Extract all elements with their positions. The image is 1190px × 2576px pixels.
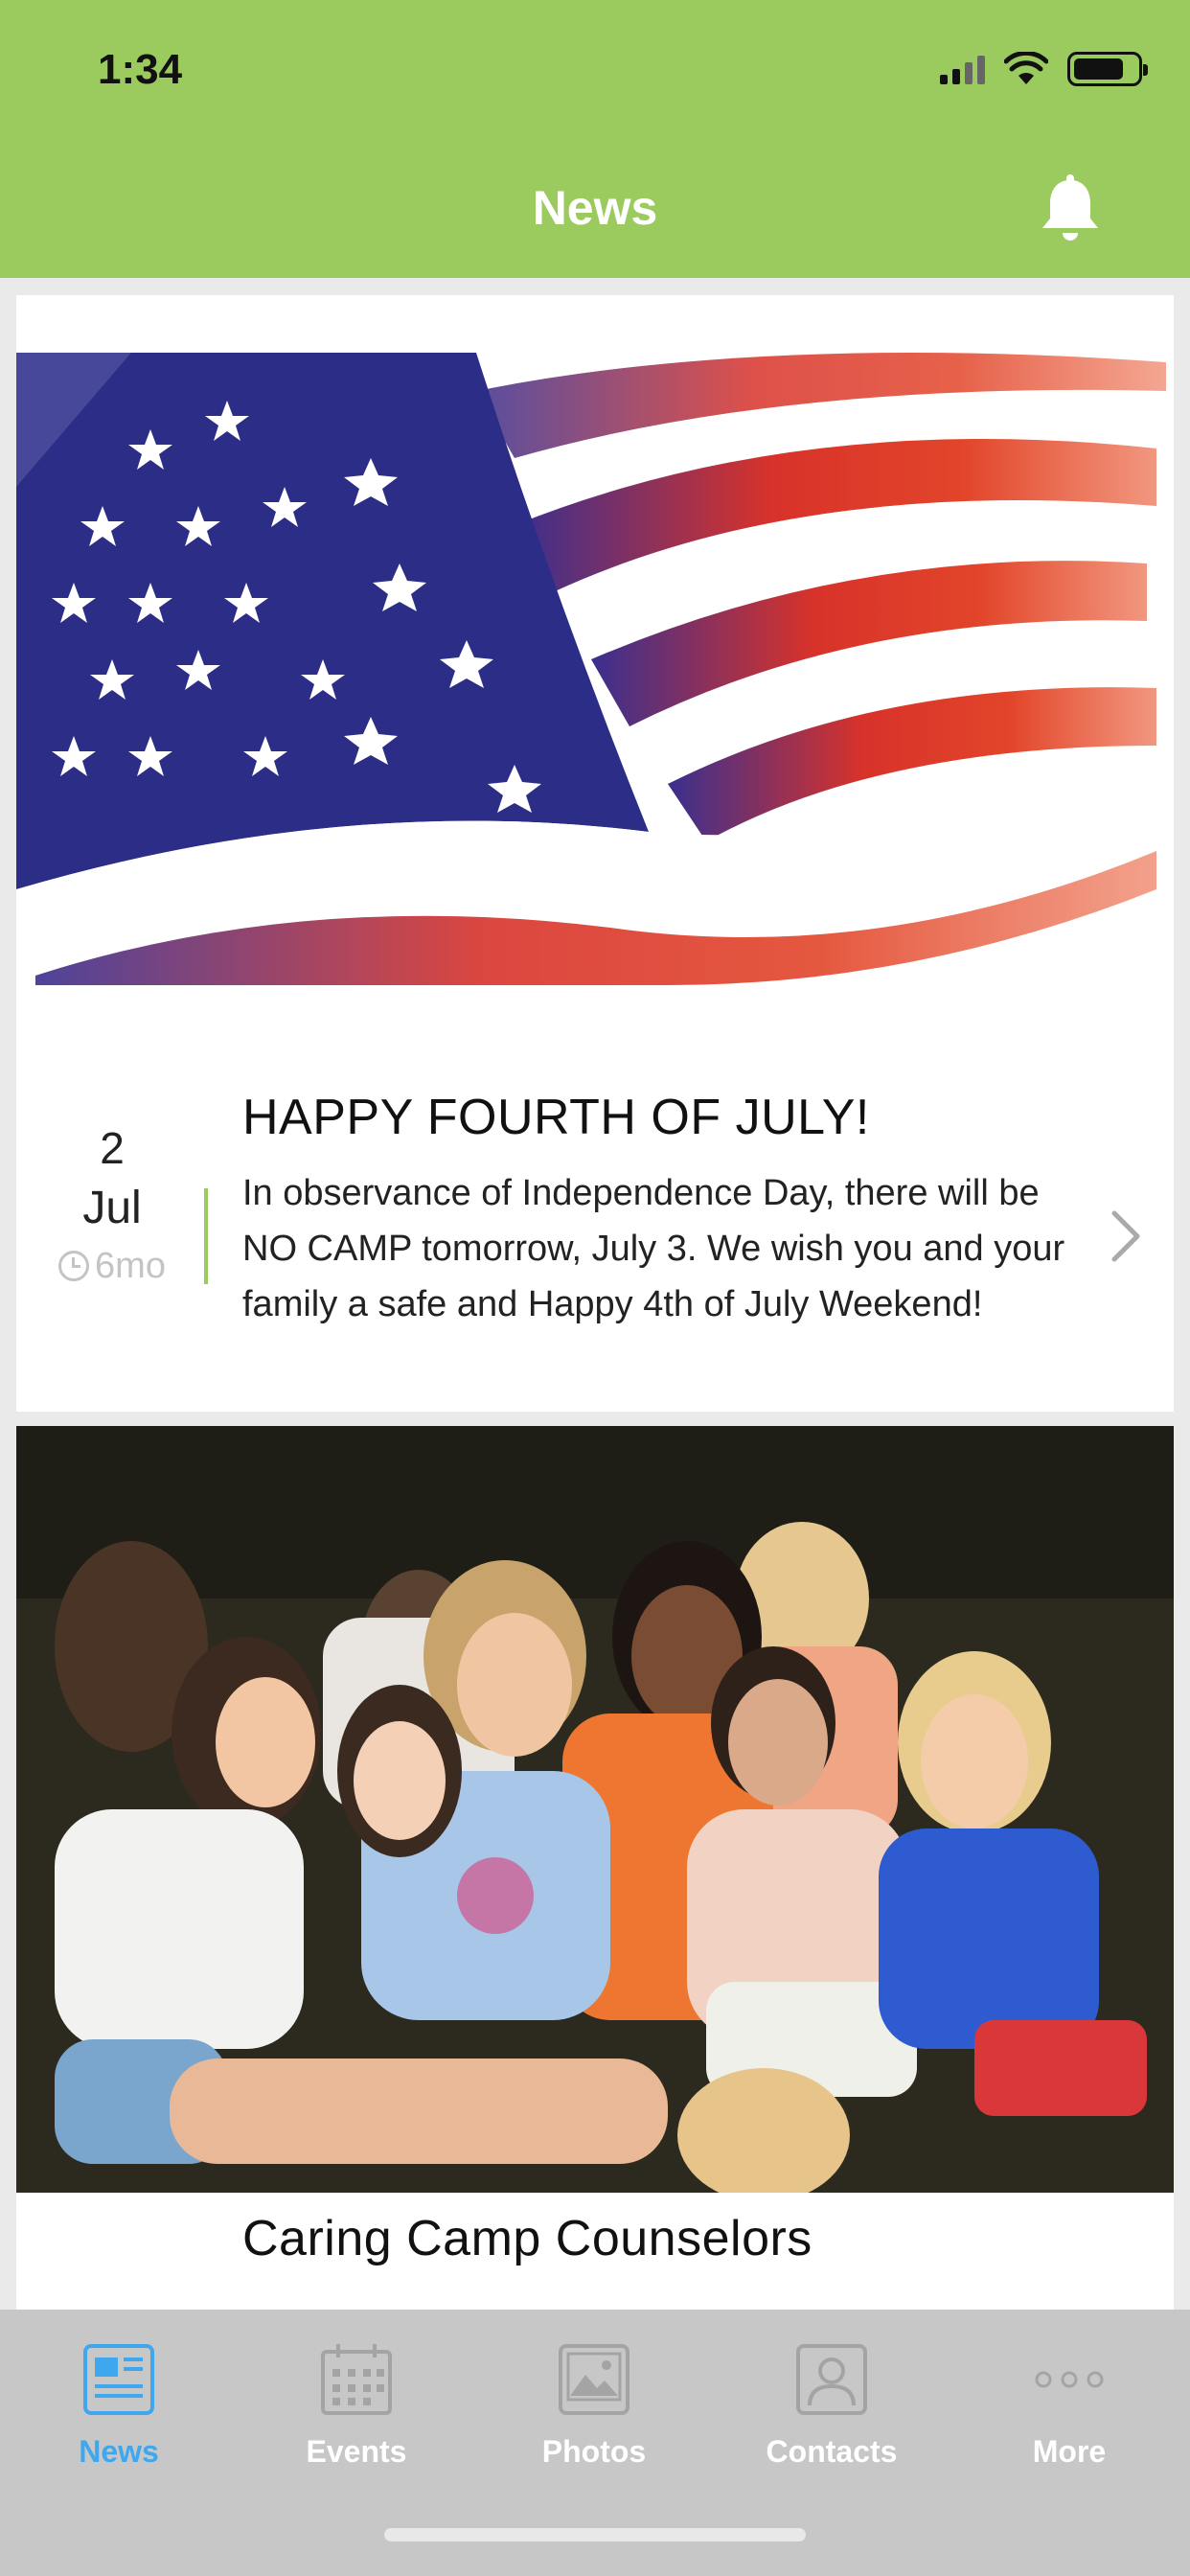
flag-image xyxy=(16,353,1174,985)
cellular-signal-icon xyxy=(940,54,985,84)
tab-news[interactable]: News xyxy=(0,2333,238,2476)
contact-icon xyxy=(796,2344,867,2415)
date-divider xyxy=(204,1188,208,1284)
battery-icon xyxy=(1067,52,1148,86)
camp-photo xyxy=(16,1426,1174,2193)
clock-icon xyxy=(58,1251,90,1281)
tab-label: More xyxy=(1032,2434,1107,2469)
post-title: Caring Camp Counselors xyxy=(242,2211,812,2266)
news-card[interactable]: Caring Camp Counselors xyxy=(16,1426,1174,2310)
post-date: 2 Jul 6mo xyxy=(16,1119,208,1292)
tab-label: Photos xyxy=(541,2434,647,2469)
tab-events[interactable]: Events xyxy=(238,2333,475,2476)
home-indicator[interactable] xyxy=(384,2528,806,2542)
more-icon xyxy=(1035,2371,1104,2388)
news-icon xyxy=(83,2344,154,2415)
chevron-right-icon[interactable] xyxy=(1107,1208,1145,1265)
news-card[interactable]: 2 Jul 6mo HAPPY FOURTH OF JULY! In obser… xyxy=(16,295,1174,1412)
post-month: Jul xyxy=(82,1183,142,1233)
tab-label: Contacts xyxy=(766,2434,898,2469)
tab-label: Events xyxy=(306,2434,407,2469)
bell-icon[interactable] xyxy=(1037,172,1104,249)
post-age-label: 6mo xyxy=(95,1246,166,1286)
post-day: 2 xyxy=(100,1123,125,1173)
status-bar: 1:34 xyxy=(0,0,1190,144)
tab-photos[interactable]: Photos xyxy=(475,2333,713,2476)
page-title: News xyxy=(532,181,658,235)
post-age: 6mo xyxy=(16,1240,208,1292)
status-time: 1:34 xyxy=(98,46,183,93)
news-feed[interactable]: 2 Jul 6mo HAPPY FOURTH OF JULY! In obser… xyxy=(0,278,1190,2310)
wifi-icon xyxy=(1004,52,1048,84)
calendar-icon xyxy=(321,2344,392,2415)
post-body: In observance of Independence Day, there… xyxy=(242,1173,1065,1324)
tab-contacts[interactable]: Contacts xyxy=(713,2333,950,2476)
photo-icon xyxy=(559,2344,629,2415)
tab-more[interactable]: More xyxy=(950,2333,1188,2476)
nav-bar: News xyxy=(0,144,1190,278)
post-title: HAPPY FOURTH OF JULY! xyxy=(242,1090,870,1145)
status-icons xyxy=(940,52,1148,86)
tab-label: News xyxy=(79,2434,159,2469)
